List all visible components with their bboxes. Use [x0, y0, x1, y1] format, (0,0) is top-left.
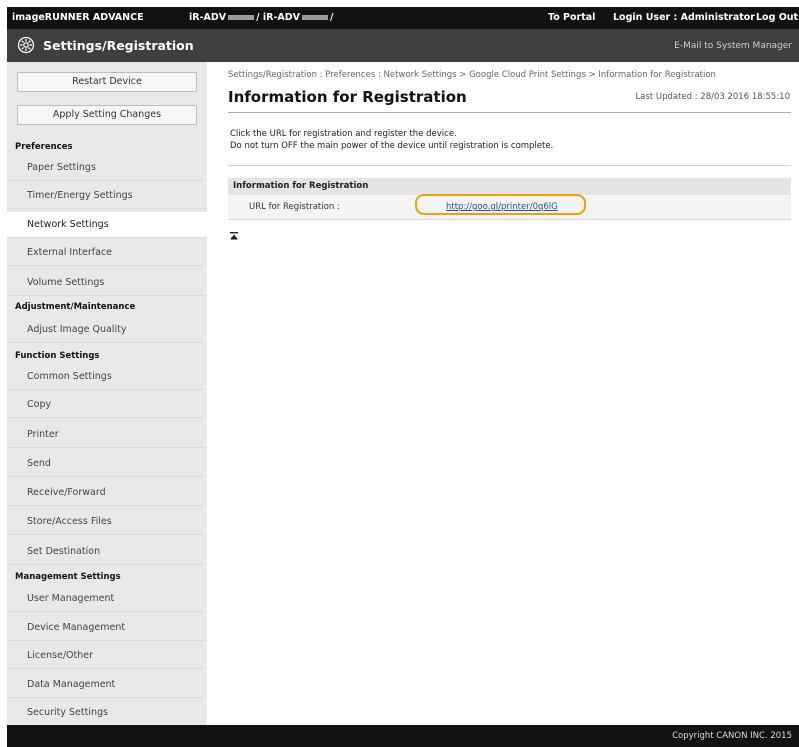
masked-device-id [228, 15, 255, 20]
sidebar-item-paper-settings[interactable]: Paper Settings [7, 155, 207, 181]
masked-device-id [302, 15, 328, 20]
sidebar-item-device-management[interactable]: Device Management [7, 615, 207, 641]
app-title: Settings/Registration [43, 38, 194, 53]
device-separator: / iR-ADV [256, 12, 300, 23]
sidebar: Restart Device Apply Setting Changes Pre… [7, 62, 207, 726]
url-highlight-annotation [415, 194, 586, 215]
brand-name: imageRUNNER ADVANCE [12, 12, 144, 23]
remote-ui-window: imageRUNNER ADVANCE iR-ADV / iR-ADV / To P… [7, 7, 799, 747]
top-bar: imageRUNNER ADVANCE iR-ADV / iR-ADV / To P… [7, 7, 799, 29]
footer: Copyright CANON INC. 2015 [7, 725, 799, 747]
sidebar-item-data-management[interactable]: Data Management [7, 672, 207, 698]
description: Click the URL for registration and regis… [230, 128, 553, 152]
title-divider [228, 112, 791, 113]
main-content: Settings/Registration : Preferences : Ne… [207, 62, 799, 725]
description-line-2: Do not turn OFF the main power of the de… [230, 141, 554, 151]
section-preferences: Preferences [15, 142, 73, 152]
sidebar-item-license-other[interactable]: License/Other [7, 643, 207, 669]
description-line-1: Click the URL for registration and regis… [230, 129, 457, 139]
sidebar-item-timer-energy-settings[interactable]: Timer/Energy Settings [7, 183, 207, 209]
registration-section-header: Information for Registration [228, 178, 791, 195]
sidebar-item-receive-forward[interactable]: Receive/Forward [7, 480, 207, 506]
section-management-settings: Management Settings [15, 572, 121, 582]
device-suffix: / [330, 12, 334, 23]
section-divider [228, 165, 791, 166]
sidebar-item-printer[interactable]: Printer [7, 422, 207, 448]
sidebar-item-external-interface[interactable]: External Interface [7, 240, 207, 266]
device-prefix: iR-ADV [189, 12, 227, 23]
login-user: Login User : Administrator [613, 12, 755, 23]
url-for-registration-label: URL for Registration : [249, 202, 340, 212]
device-name: iR-ADV / iR-ADV / [189, 12, 333, 23]
sidebar-item-volume-settings[interactable]: Volume Settings [7, 270, 207, 296]
title-bar: Settings/Registration E-Mail to System M… [7, 29, 799, 62]
sidebar-item-security-settings[interactable]: Security Settings [7, 700, 207, 726]
gear-icon [17, 36, 35, 54]
last-updated: Last Updated : 28/03 2016 18:55:10 [635, 92, 790, 102]
sidebar-item-copy[interactable]: Copy [7, 392, 207, 418]
apply-setting-changes-button[interactable]: Apply Setting Changes [17, 105, 197, 125]
sidebar-item-store-access-files[interactable]: Store/Access Files [7, 509, 207, 535]
back-to-top-icon[interactable] [230, 232, 238, 240]
section-adjustment-maintenance: Adjustment/Maintenance [15, 302, 136, 312]
to-portal-link[interactable]: To Portal [548, 12, 595, 23]
restart-device-button[interactable]: Restart Device [17, 72, 197, 92]
sidebar-item-user-management[interactable]: User Management [7, 586, 207, 612]
breadcrumb: Settings/Registration : Preferences : Ne… [228, 70, 716, 80]
sidebar-item-send[interactable]: Send [7, 451, 207, 477]
section-function-settings: Function Settings [15, 351, 100, 361]
page-title: Information for Registration [228, 88, 467, 106]
sidebar-item-adjust-image-quality[interactable]: Adjust Image Quality [7, 317, 207, 343]
sidebar-item-common-settings[interactable]: Common Settings [7, 364, 207, 390]
sidebar-item-network-settings[interactable]: Network Settings [7, 212, 207, 238]
email-system-manager-link[interactable]: E-Mail to System Manager [674, 41, 792, 51]
logout-link[interactable]: Log Out [756, 12, 798, 23]
sidebar-item-set-destination[interactable]: Set Destination [7, 539, 207, 565]
